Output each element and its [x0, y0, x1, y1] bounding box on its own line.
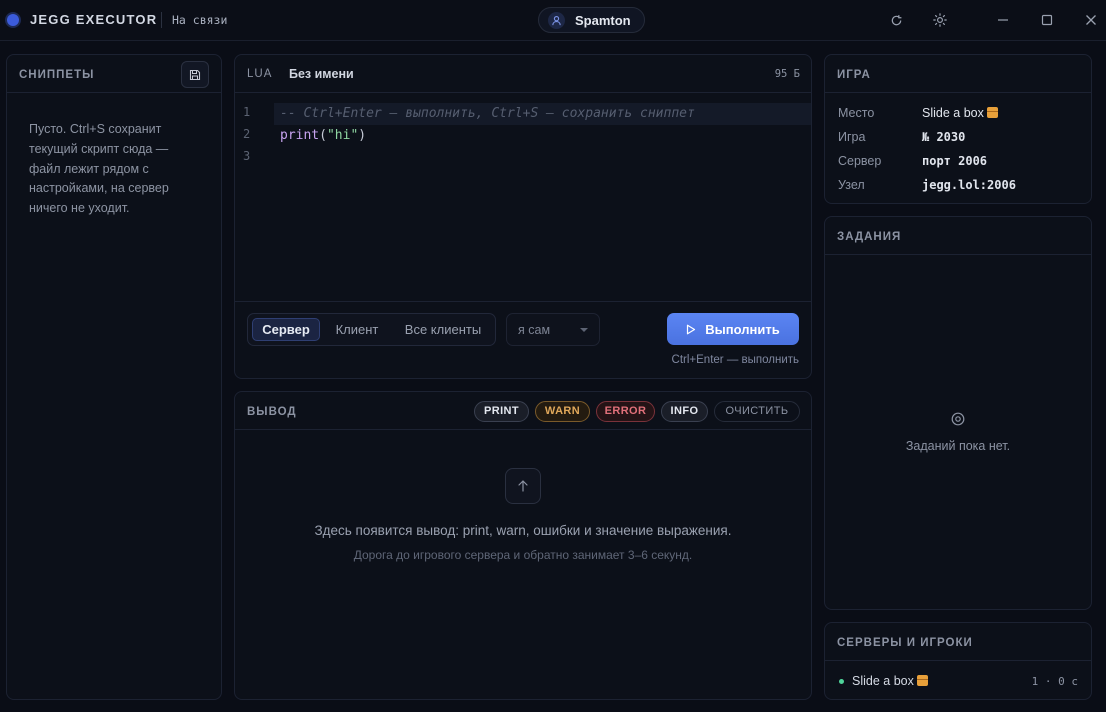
game-key-server: Сервер — [838, 154, 882, 168]
game-value-place: Slide a box — [922, 106, 998, 120]
tasks-title: ЗАДАНИЯ — [837, 231, 902, 243]
close-icon[interactable] — [1082, 11, 1100, 29]
user-avatar-icon — [548, 12, 565, 29]
filter-error[interactable]: ERROR — [596, 401, 655, 422]
app-name: JEGG EXECUTOR — [30, 12, 158, 27]
output-header: ВЫВОД PRINT WARN ERROR INFO ОЧИСТИТЬ — [235, 392, 811, 430]
code-function: print — [280, 128, 320, 143]
chevron-down-icon — [580, 328, 588, 332]
run-button[interactable]: Выполнить — [667, 313, 799, 345]
code-string: "hi" — [326, 128, 359, 143]
run-toolbar: Сервер Клиент Все клиенты я сам Выполнит… — [235, 301, 811, 378]
snippets-panel: СНИППЕТЫ Пусто. Ctrl+S сохранит текущий … — [6, 54, 222, 700]
file-size: 95 Б — [774, 68, 800, 80]
output-panel: ВЫВОД PRINT WARN ERROR INFO ОЧИСТИТЬ Зде… — [234, 391, 812, 700]
maximize-icon[interactable] — [1038, 11, 1056, 29]
server-name: Slide a box — [852, 674, 928, 688]
output-empty-subtext: Дорога до игрового сервера и обратно зан… — [353, 548, 693, 562]
game-title: ИГРА — [837, 69, 871, 81]
target-client[interactable]: Клиент — [325, 318, 389, 341]
code-line-print: print("hi") — [274, 125, 811, 147]
player-select-value: я сам — [518, 323, 551, 337]
editor-panel: LUA Без имени 95 Б 1 2 3 -- Ctrl+Enter —… — [234, 54, 812, 379]
file-name[interactable]: Без имени — [289, 67, 354, 81]
run-shortcut-hint: Ctrl+Enter — выполнить — [671, 354, 799, 366]
user-name: Spamton — [575, 13, 631, 28]
game-value-id: № 2030 — [922, 130, 966, 144]
target-icon — [951, 412, 965, 426]
game-value-node: jegg.lol:2006 — [922, 178, 1016, 192]
tasks-panel: ЗАДАНИЯ Заданий пока нет. — [824, 216, 1092, 610]
line-number: 2 — [243, 127, 251, 141]
play-icon — [687, 324, 696, 334]
line-number: 1 — [243, 105, 251, 119]
game-panel: ИГРА Место Slide a box Игра № 2030 Серве… — [824, 54, 1092, 204]
code-editor[interactable]: 1 2 3 -- Ctrl+Enter — выполнить, Ctrl+S … — [235, 94, 811, 300]
theme-sun-icon[interactable] — [931, 11, 949, 29]
servers-panel: СЕРВЕРЫ И ИГРОКИ Slide a box 1 · 0 с — [824, 622, 1092, 700]
code-line-comment: -- Ctrl+Enter — выполнить, Ctrl+S — сохр… — [274, 103, 811, 125]
line-number: 3 — [243, 149, 251, 163]
game-key-node: Узел — [838, 178, 865, 192]
game-value-server: порт 2006 — [922, 154, 988, 168]
online-status-dot — [839, 679, 844, 684]
snippets-empty-text: Пусто. Ctrl+S сохранит текущий скрипт сю… — [29, 122, 169, 216]
server-name-text: Slide a box — [852, 674, 914, 688]
save-snippet-button[interactable] — [181, 61, 209, 88]
language-label: LUA — [247, 68, 273, 80]
title-bar: JEGG EXECUTOR На связи Spamton — [0, 0, 1106, 41]
output-empty-icon — [505, 468, 541, 504]
app-logo-icon — [7, 14, 19, 26]
game-key-place: Место — [838, 106, 875, 120]
minimize-icon[interactable] — [994, 11, 1012, 29]
tasks-header: ЗАДАНИЯ — [825, 217, 1091, 255]
arrow-up-icon — [518, 480, 528, 492]
servers-header: СЕРВЕРЫ И ИГРОКИ — [825, 623, 1091, 661]
code-paren: ) — [358, 128, 367, 143]
code-comment: -- Ctrl+Enter — выполнить, Ctrl+S — сохр… — [280, 106, 695, 121]
box-icon — [986, 107, 998, 118]
output-empty-text: Здесь появится вывод: print, warn, ошибк… — [314, 523, 732, 538]
place-name: Slide a box — [922, 106, 984, 120]
game-key-game: Игра — [838, 130, 866, 144]
refresh-icon[interactable] — [887, 11, 905, 29]
filter-print[interactable]: PRINT — [474, 401, 529, 422]
title-divider — [161, 12, 162, 28]
target-all-clients[interactable]: Все клиенты — [395, 318, 491, 341]
game-header: ИГРА — [825, 55, 1091, 93]
save-icon — [189, 69, 201, 80]
target-selector: Сервер Клиент Все клиенты — [247, 313, 496, 346]
output-title: ВЫВОД — [247, 406, 297, 418]
clear-output-button[interactable]: ОЧИСТИТЬ — [714, 401, 800, 422]
target-server[interactable]: Сервер — [252, 318, 320, 341]
connection-status: На связи — [172, 13, 228, 27]
snippets-header: СНИППЕТЫ — [7, 55, 221, 93]
run-button-label: Выполнить — [705, 321, 780, 337]
servers-title: СЕРВЕРЫ И ИГРОКИ — [837, 637, 973, 649]
snippets-title: СНИППЕТЫ — [19, 69, 95, 81]
tasks-empty-text: Заданий пока нет. — [905, 439, 1011, 453]
filter-info[interactable]: INFO — [661, 401, 708, 422]
server-meta: 1 · 0 с — [1031, 675, 1078, 688]
editor-header: LUA Без имени 95 Б — [235, 55, 811, 93]
user-button[interactable]: Spamton — [538, 7, 645, 33]
code-paren: ( — [319, 128, 327, 143]
box-icon — [916, 675, 928, 686]
player-select[interactable]: я сам — [506, 313, 600, 346]
filter-warn[interactable]: WARN — [535, 401, 590, 422]
